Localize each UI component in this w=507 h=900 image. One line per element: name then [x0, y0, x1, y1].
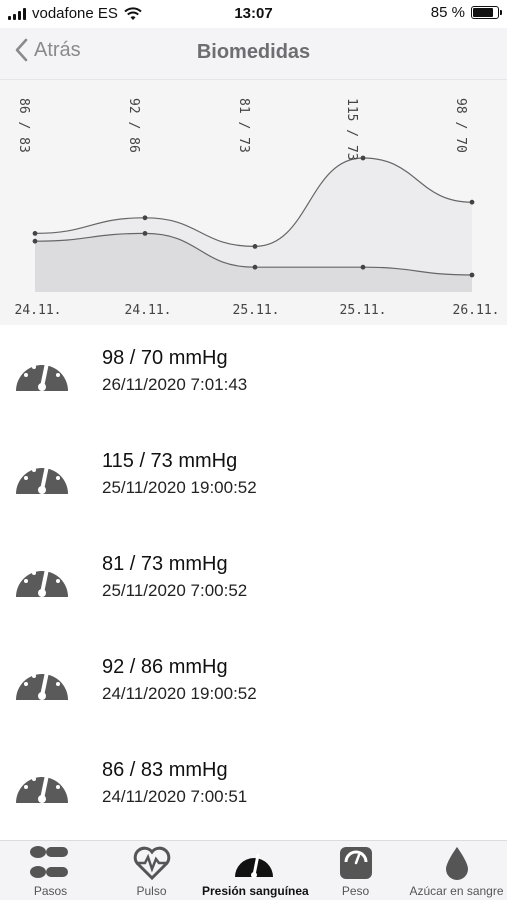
data-point-systolic [252, 244, 258, 249]
gauge-icon [14, 761, 70, 805]
tab-label: Azúcar en sangre [409, 884, 504, 898]
data-point-diastolic [360, 264, 366, 270]
gauge-icon [14, 555, 70, 599]
x-tick-label: 25.11. [340, 303, 387, 318]
reading-row[interactable]: 86 / 83 mmHg 24/11/2020 7:00:51 [0, 737, 507, 837]
back-button[interactable]: Atrás [14, 38, 81, 62]
scale-icon [339, 847, 372, 879]
tab-azucar-en-sangre[interactable]: Azúcar en sangre [406, 841, 507, 900]
reading-row[interactable]: 92 / 86 mmHg 24/11/2020 19:00:52 [0, 634, 507, 734]
battery-icon [471, 6, 502, 19]
tab-pasos[interactable]: Pasos [0, 841, 101, 900]
data-point-diastolic [252, 264, 258, 270]
tab-label: Presión sanguínea [202, 884, 309, 898]
reading-date: 25/11/2020 19:00:52 [102, 478, 257, 497]
gauge-icon [234, 853, 273, 878]
reading-value: 92 / 86 mmHg [102, 656, 228, 678]
footprints-icon [29, 846, 68, 878]
data-point-diastolic [469, 272, 475, 278]
x-tick-label: 25.11. [233, 303, 280, 318]
value-label: 86 / 83 [16, 98, 31, 153]
reading-row[interactable]: 98 / 70 mmHg 26/11/2020 7:01:43 [0, 325, 507, 425]
data-point-systolic [360, 155, 366, 161]
tab-presion-sanguinea[interactable]: Presión sanguínea [202, 841, 309, 900]
data-point-systolic [142, 215, 148, 221]
tab-label: Pulso [136, 884, 167, 898]
status-bar: vodafone ES 13:07 85 % [0, 0, 507, 28]
back-label: Atrás [34, 38, 81, 61]
gauge-icon [14, 658, 70, 702]
data-point-diastolic [142, 231, 148, 236]
value-label: 92 / 86 [126, 98, 141, 153]
reading-row[interactable]: 115 / 73 mmHg 25/11/2020 19:00:52 [0, 428, 507, 528]
x-tick-label: 26.11. [453, 303, 500, 318]
data-point-systolic [32, 231, 38, 236]
tab-pulso[interactable]: Pulso [101, 841, 202, 900]
data-point-diastolic [32, 238, 38, 244]
reading-date: 25/11/2020 7:00:52 [102, 581, 248, 600]
reading-row[interactable]: 81 / 73 mmHg 25/11/2020 7:00:52 [0, 531, 507, 631]
value-label: 115 / 73 [344, 98, 359, 161]
reading-value: 98 / 70 mmHg [102, 347, 228, 369]
tab-label: Peso [341, 884, 370, 898]
reading-value: 115 / 73 mmHg [102, 450, 238, 472]
reading-date: 24/11/2020 19:00:52 [102, 684, 257, 703]
chevron-left-icon [15, 38, 28, 62]
reading-date: 24/11/2020 7:00:51 [102, 787, 248, 806]
gauge-icon [14, 452, 70, 496]
heart-pulse-icon [133, 846, 170, 881]
reading-value: 81 / 73 mmHg [102, 553, 228, 575]
tab-bar: Pasos Pulso Presión sanguínea Peso Azúca… [0, 840, 507, 900]
battery-percent: 85 % [430, 4, 465, 21]
tab-peso[interactable]: Peso [305, 841, 406, 900]
data-point-systolic [469, 199, 475, 205]
reading-value: 86 / 83 mmHg [102, 759, 228, 781]
x-tick-label: 24.11. [125, 303, 172, 318]
reading-date: 26/11/2020 7:01:43 [102, 375, 248, 394]
x-tick-label: 24.11. [15, 303, 62, 318]
value-label: 81 / 73 [236, 98, 251, 153]
blood-pressure-chart: 86 / 83 92 / 86 81 / 73 115 / 73 98 / 70 24.1… [0, 80, 507, 325]
tab-label: Pasos [33, 884, 68, 898]
drop-icon [445, 847, 468, 880]
navigation-bar: Atrás Biomedidas [0, 28, 507, 80]
gauge-icon [14, 349, 70, 393]
value-label: 98 / 70 [453, 98, 468, 153]
